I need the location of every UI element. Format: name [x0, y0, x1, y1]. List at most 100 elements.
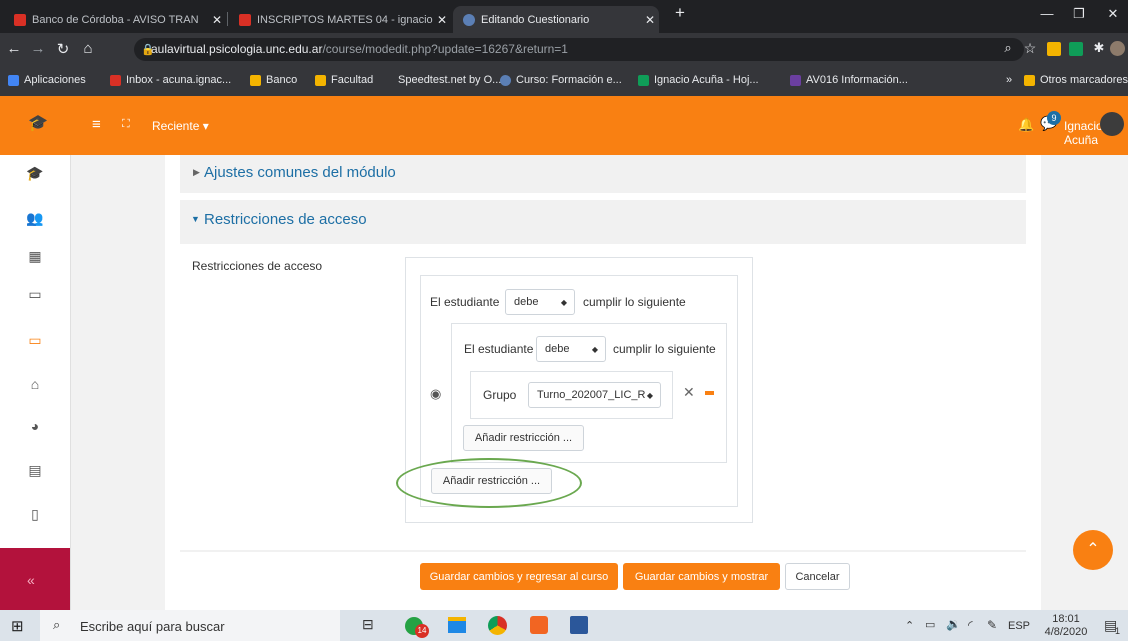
bookmark-item[interactable]: Ignacio Acuña - Hoj...	[638, 74, 759, 86]
reload-icon[interactable]: ↻	[53, 40, 73, 58]
restore-icon[interactable]: ❐	[1064, 6, 1094, 22]
moodle-icon	[463, 13, 475, 26]
sheets-icon	[638, 74, 649, 86]
eye-icon[interactable]: ◉	[430, 386, 441, 402]
close-tab-icon[interactable]: ✕	[208, 13, 226, 27]
extensions-puzzle-icon[interactable]: ✱	[1089, 40, 1109, 56]
save-show-button[interactable]: Guardar cambios y mostrar	[623, 563, 780, 590]
zoom-icon[interactable]: ⌕	[998, 40, 1018, 56]
bookmark-item[interactable]: Speedtest.net by O...	[398, 74, 501, 86]
inner-must-select[interactable]: debe ◆	[536, 336, 606, 362]
select-arrows-icon: ◆	[646, 390, 653, 400]
hamburger-menu-icon[interactable]: ≡	[92, 116, 101, 133]
gmail-icon	[14, 13, 26, 26]
highlight-ellipse	[396, 458, 582, 508]
participants-icon[interactable]: 👥	[26, 210, 44, 227]
select-arrows-icon: ◆	[560, 297, 567, 307]
profile-avatar[interactable]	[1110, 41, 1125, 56]
home-icon[interactable]: ⌂	[26, 376, 44, 392]
scroll-top-button[interactable]: ⌃	[1073, 530, 1113, 570]
bookmarks-more-button[interactable]: »	[1006, 74, 1012, 86]
word-icon[interactable]	[570, 616, 588, 634]
file-icon[interactable]: ▯	[26, 506, 44, 523]
dashboard-icon[interactable]: ◕	[26, 418, 44, 434]
notification-badge: 9	[1047, 111, 1061, 125]
folder-icon	[250, 74, 261, 86]
minimize-icon[interactable]: —	[1032, 6, 1062, 21]
app-icon[interactable]	[530, 616, 548, 634]
folder-icon	[315, 74, 326, 86]
caret-right-icon[interactable]: ▶	[193, 167, 200, 178]
section-common-link[interactable]: Ajustes comunes del módulo	[204, 164, 396, 181]
home-icon[interactable]: ⌂	[78, 40, 98, 57]
restrictions-label: Restricciones de acceso	[192, 259, 323, 273]
bookmark-star-icon[interactable]: ☆	[1020, 40, 1040, 57]
save-return-button[interactable]: Guardar cambios y regresar al curso	[420, 563, 618, 590]
folder-icon	[1024, 74, 1035, 86]
fullscreen-icon[interactable]: ⛶	[122, 118, 130, 131]
extension-icon[interactable]	[1069, 42, 1083, 56]
bookmark-item[interactable]: Inbox - acuna.ignac...	[110, 74, 231, 86]
section-restrict-link[interactable]: Restricciones de acceso	[204, 211, 367, 228]
bookmark-item[interactable]: Curso: Formación e...	[500, 74, 622, 86]
inner-prefix: El estudiante	[464, 342, 534, 356]
delete-icon[interactable]: ✕	[683, 384, 695, 401]
volume-icon[interactable]: 🔉	[946, 617, 961, 631]
bookmark-item[interactable]: Aplicaciones	[8, 74, 86, 86]
recent-menu[interactable]: Reciente ▾	[152, 119, 209, 133]
gmail-icon	[110, 74, 121, 86]
new-tab-button[interactable]: +	[665, 3, 695, 23]
url-text[interactable]: aulavirtual.psicologia.unc.edu.ar/course…	[151, 42, 568, 56]
taskbar-search-placeholder[interactable]: Escribe aquí para buscar	[80, 619, 225, 634]
browser-tab-active[interactable]: Editando Cuestionario ✕	[453, 6, 659, 33]
action-center-badge: 1	[1115, 626, 1121, 636]
group-select[interactable]: Turno_202007_LIC_R ◆	[528, 382, 661, 408]
show-hidden-icons[interactable]: ⌃	[905, 619, 914, 632]
outer-prefix: El estudiante	[430, 295, 500, 309]
grades-table-icon[interactable]: ▦	[26, 248, 44, 265]
wifi-icon[interactable]: ◜	[968, 618, 973, 632]
collapse-icon[interactable]: «	[27, 572, 35, 588]
pen-icon[interactable]: ✎	[987, 618, 997, 632]
windows-start-icon[interactable]: ⊞	[11, 617, 24, 635]
select-arrows-icon: ◆	[591, 344, 598, 354]
outer-must-select[interactable]: debe ◆	[505, 289, 575, 315]
apps-grid-icon	[8, 74, 19, 86]
course-icon	[500, 74, 511, 86]
file-explorer-icon[interactable]	[448, 617, 466, 633]
network-icon[interactable]: ▭	[925, 618, 935, 631]
task-view-icon[interactable]: ⊟	[362, 616, 374, 633]
cancel-button[interactable]: Cancelar	[785, 563, 850, 590]
browser-tab[interactable]: INSCRIPTOS MARTES 04 - ignacio ✕	[229, 6, 451, 33]
graduation-cap-icon[interactable]: 🎓	[28, 113, 48, 133]
bell-icon[interactable]: 🔔	[1018, 117, 1034, 133]
user-avatar[interactable]	[1100, 112, 1124, 136]
clock-date[interactable]: 4/8/2020	[1042, 626, 1090, 638]
back-icon[interactable]: ←	[4, 40, 24, 57]
language-indicator[interactable]: ESP	[1008, 620, 1030, 632]
gmail-icon	[239, 13, 251, 26]
folder-active-icon[interactable]: ▭	[26, 332, 44, 349]
bookmark-item[interactable]: Banco	[250, 74, 297, 86]
graduation-cap-icon[interactable]: 🎓	[26, 165, 44, 182]
whatsapp-badge: 14	[415, 624, 429, 638]
other-bookmarks[interactable]: Otros marcadores	[1024, 74, 1128, 86]
minus-icon[interactable]	[705, 391, 714, 395]
forward-icon[interactable]: →	[28, 40, 48, 57]
calendar-icon[interactable]: ▤	[26, 462, 44, 479]
outer-suffix: cumplir lo siguiente	[583, 295, 686, 309]
bookmark-item[interactable]: AV016 Información...	[790, 74, 908, 86]
extension-icon[interactable]	[1047, 42, 1061, 56]
chrome-icon[interactable]	[488, 616, 507, 635]
folder-icon[interactable]: ▭	[26, 286, 44, 303]
group-label: Grupo	[483, 388, 517, 402]
add-restriction-inner-button[interactable]: Añadir restricción ...	[463, 425, 584, 451]
clock-time[interactable]: 18:01	[1045, 613, 1087, 625]
caret-down-icon[interactable]: ▼	[191, 214, 200, 224]
close-tab-icon[interactable]: ✕	[641, 13, 659, 27]
close-window-icon[interactable]: ✕	[1098, 6, 1128, 22]
bookmark-item[interactable]: Facultad	[315, 74, 373, 86]
browser-tab[interactable]: Banco de Córdoba - AVISO TRAN ✕	[4, 6, 226, 33]
close-tab-icon[interactable]: ✕	[433, 13, 451, 27]
drawer-footer	[0, 548, 70, 610]
